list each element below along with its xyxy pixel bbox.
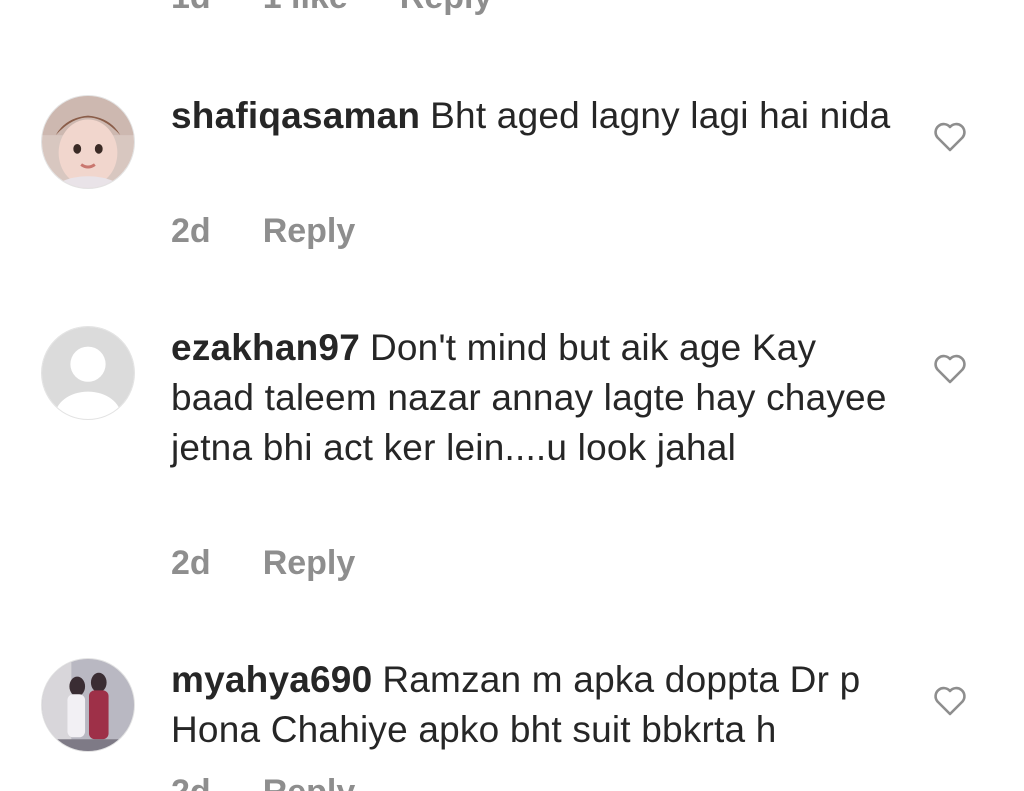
comment-time: 2d: [171, 544, 211, 582]
comment-username[interactable]: shafiqasaman: [171, 95, 420, 136]
avatar[interactable]: [41, 658, 135, 752]
like-heart-icon[interactable]: [933, 121, 967, 153]
comment-username[interactable]: myahya690: [171, 659, 372, 700]
comment-body: Bht aged lagny lagi hai nida: [430, 95, 891, 136]
comments-screen: 1d 1 like Reply shafiqasamanBht aged lag…: [0, 0, 1024, 791]
like-heart-icon[interactable]: [933, 353, 967, 385]
reply-link[interactable]: Reply: [263, 772, 356, 791]
previous-comment-meta: 1d 1 like Reply: [171, 0, 492, 17]
reply-link[interactable]: Reply: [263, 543, 356, 583]
comment-meta: 2d Reply: [171, 772, 355, 791]
comment-meta: 2d Reply: [171, 543, 355, 583]
comment-text: ezakhan97 Don't mind but aik age Kay baad…: [171, 323, 901, 473]
comment-time: 1d: [171, 0, 211, 17]
reply-link[interactable]: Reply: [400, 0, 493, 17]
child-photo-avatar-icon: [42, 96, 134, 188]
comment-meta: 2d Reply: [171, 211, 355, 251]
comment-text: shafiqasaman Bht aged lagny lagi hai nida: [171, 91, 901, 141]
reply-link[interactable]: Reply: [263, 211, 356, 251]
comment-time: 2d: [171, 772, 211, 791]
like-heart-icon[interactable]: [933, 685, 967, 717]
default-user-avatar-icon: [42, 327, 134, 419]
two-girls-photo-avatar-icon: [42, 659, 134, 751]
avatar[interactable]: [41, 326, 135, 420]
comment-time: 2d: [171, 212, 211, 250]
comment-text: myahya690 Ramzan m apka doppta Dr p Hona …: [171, 655, 901, 755]
like-count-link[interactable]: 1 like: [263, 0, 348, 17]
avatar[interactable]: [41, 95, 135, 189]
comment-username[interactable]: ezakhan97: [171, 327, 360, 368]
